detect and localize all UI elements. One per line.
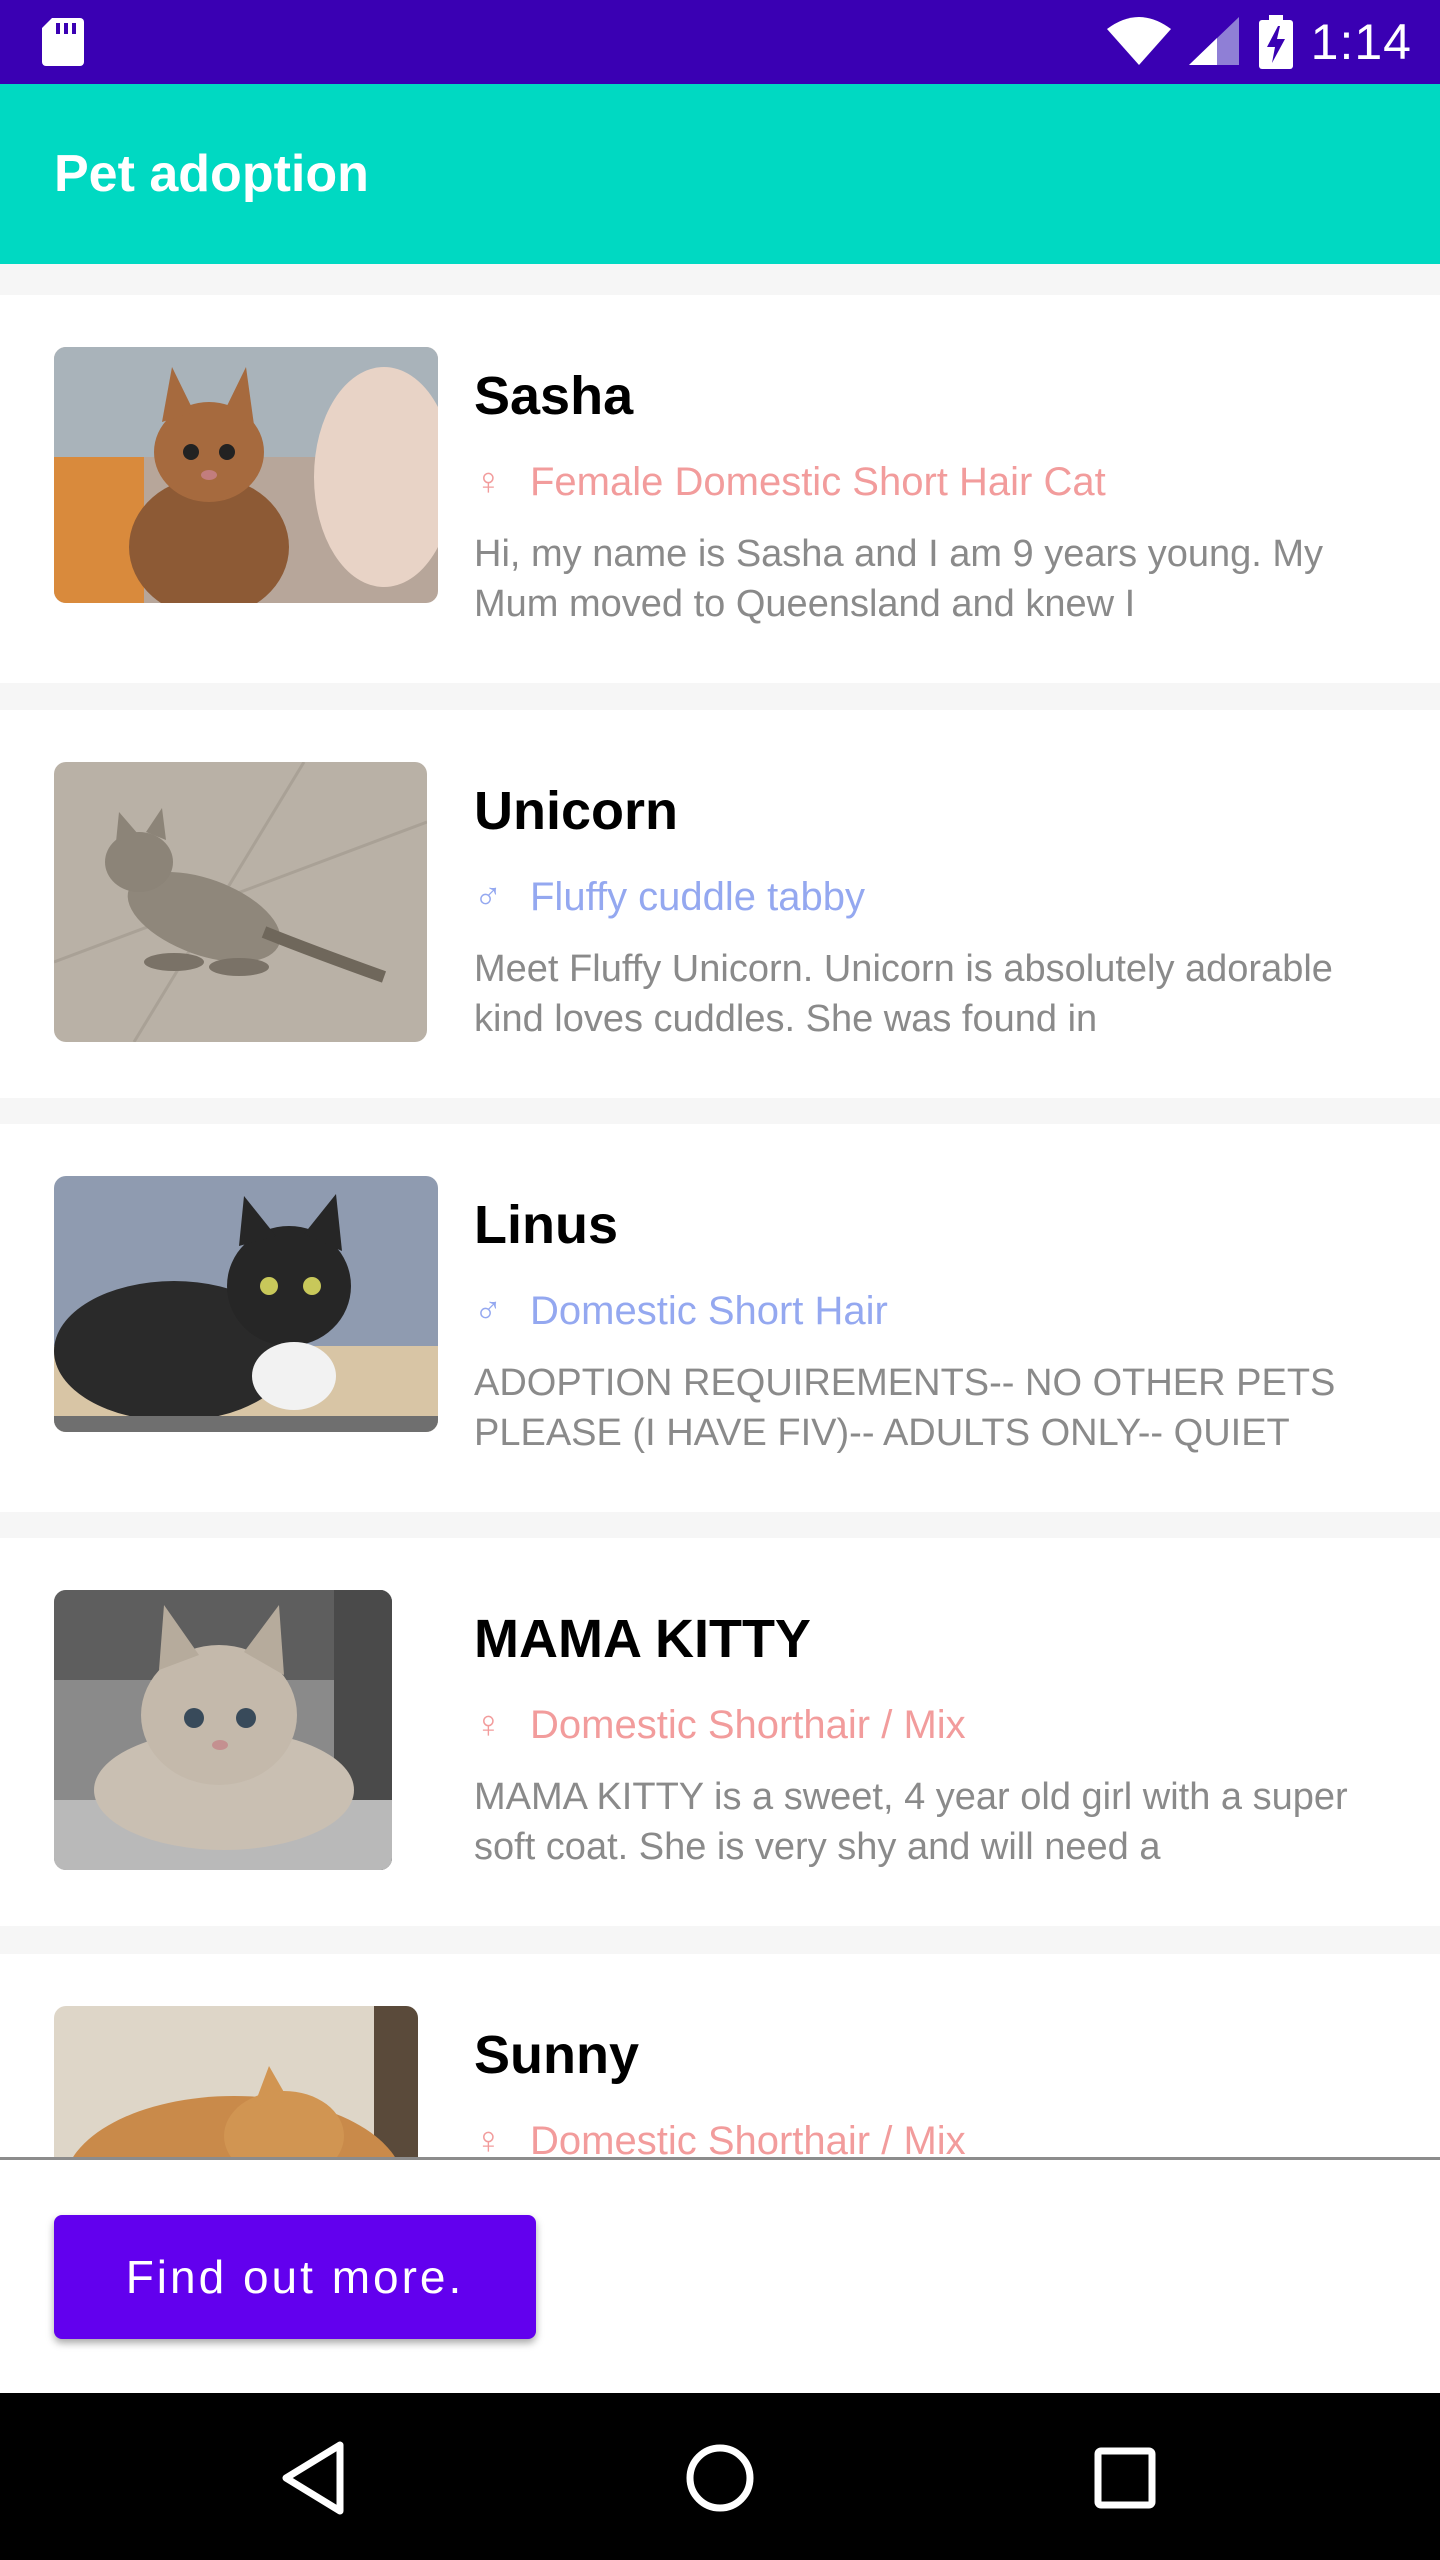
recent-apps-icon[interactable]	[1080, 2433, 1170, 2523]
male-icon: ♂	[474, 876, 503, 919]
pet-name: Sunny	[474, 2025, 640, 2085]
action-panel: Find out more.	[0, 2157, 1440, 2393]
pet-name: Sasha	[474, 366, 634, 426]
pet-description: MAMA KITTY is a sweet, 4 year old girl w…	[474, 1776, 1348, 1869]
pet-card[interactable]: Linus ♂ Domestic Short Hair ADOPTION REQ…	[0, 1124, 1440, 1512]
male-icon: ♂	[474, 1290, 503, 1333]
pet-card[interactable]: Sasha ♀ Female Domestic Short Hair Cat H…	[0, 295, 1440, 683]
pet-description: Meet Fluffy Unicorn. Unicorn is absolute…	[474, 948, 1333, 1041]
pet-card[interactable]: MAMA KITTY ♀ Domestic Shorthair / Mix MA…	[0, 1538, 1440, 1926]
sd-card-icon	[42, 18, 84, 66]
pet-photo	[54, 2006, 418, 2158]
female-icon: ♀	[474, 461, 503, 504]
status-icons: 1:14	[1106, 0, 1412, 84]
pet-description: ADOPTION REQUIREMENTS-- NO OTHER PETS PL…	[474, 1362, 1336, 1455]
pet-breed: Female Domestic Short Hair Cat	[530, 460, 1106, 505]
pet-description: Hi, my name is Sasha and I am 9 years yo…	[474, 533, 1324, 626]
navigation-bar	[0, 2393, 1440, 2560]
pet-card[interactable]: Unicorn ♂ Fluffy cuddle tabby Meet Fluff…	[0, 710, 1440, 1098]
pet-card[interactable]: Sunny ♀ Domestic Shorthair / Mix	[0, 1954, 1440, 2158]
pet-breed: Domestic Shorthair / Mix	[530, 2119, 966, 2158]
pet-breed-row: ♂ Domestic Short Hair	[474, 1289, 1400, 1334]
app-title: Pet adoption	[54, 145, 369, 203]
female-icon: ♀	[474, 2120, 503, 2158]
pet-breed: Fluffy cuddle tabby	[530, 875, 866, 920]
status-bar: 1:14	[0, 0, 1440, 84]
pet-breed-row: ♀ Female Domestic Short Hair Cat	[474, 460, 1400, 505]
pet-name: Linus	[474, 1195, 618, 1255]
pet-photo	[54, 762, 427, 1042]
find-out-more-button[interactable]: Find out more.	[54, 2215, 536, 2339]
cell-signal-icon	[1188, 17, 1239, 65]
screen: 1:14 Pet adoption Sasha ♀ Female Domesti…	[0, 0, 1440, 2560]
pet-breed: Domestic Short Hair	[530, 1289, 888, 1334]
pet-name: MAMA KITTY	[474, 1609, 811, 1669]
pet-photo	[54, 347, 438, 603]
pet-photo	[54, 1590, 392, 1870]
battery-charging-icon	[1258, 15, 1293, 69]
back-icon[interactable]	[270, 2433, 360, 2523]
home-icon[interactable]	[675, 2433, 765, 2523]
app-bar: Pet adoption	[0, 84, 1440, 264]
pet-breed-row: ♀ Domestic Shorthair / Mix	[474, 2119, 1400, 2158]
pet-breed-row: ♀ Domestic Shorthair / Mix	[474, 1703, 1400, 1748]
female-icon: ♀	[474, 1704, 503, 1747]
pet-name: Unicorn	[474, 781, 679, 841]
pet-breed: Domestic Shorthair / Mix	[530, 1703, 966, 1748]
pet-breed-row: ♂ Fluffy cuddle tabby	[474, 875, 1400, 920]
pet-list[interactable]: Sasha ♀ Female Domestic Short Hair Cat H…	[0, 264, 1440, 2158]
status-time: 1:14	[1310, 14, 1412, 70]
wifi-icon	[1106, 17, 1171, 65]
pet-photo	[54, 1176, 438, 1432]
